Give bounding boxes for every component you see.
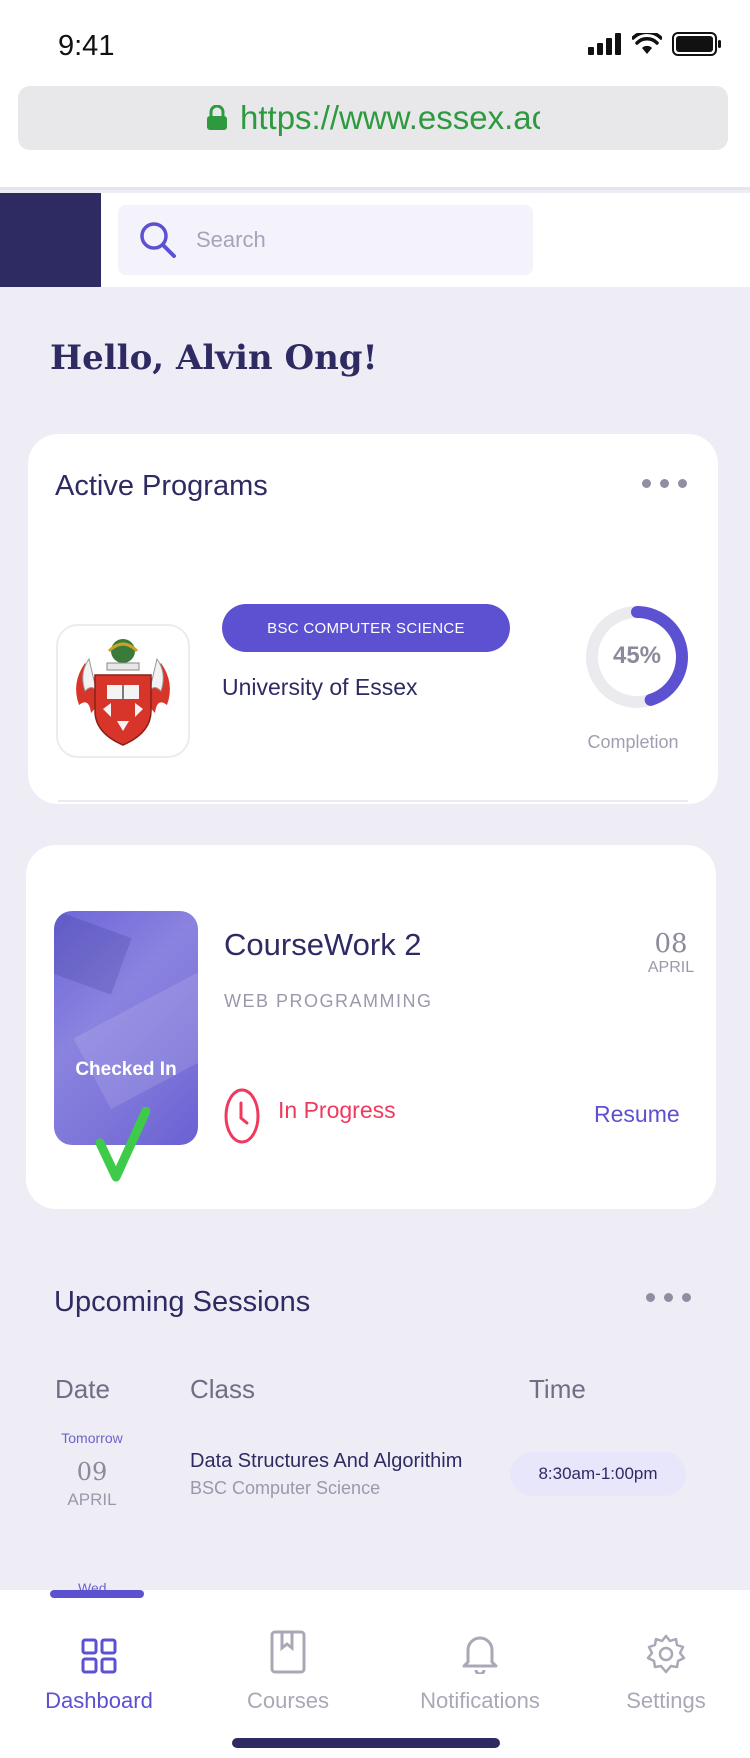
bookmark-book-icon (270, 1630, 306, 1674)
tab-dashboard[interactable]: Dashboard (14, 1618, 184, 1714)
active-programs-card: Active Programs BSC COMPUTER SCIENCE Uni… (28, 434, 718, 804)
status-time: 9:41 (58, 30, 115, 62)
wifi-icon (632, 33, 662, 54)
coursework-subject: WEB PROGRAMMING (224, 991, 433, 1011)
program-badge[interactable]: BSC COMPUTER SCIENCE (222, 604, 510, 652)
header-class: Class (190, 1374, 256, 1404)
session-time-badge: 8:30am-1:00pm (510, 1452, 686, 1496)
tab-notifications[interactable]: Notifications (395, 1618, 565, 1714)
session-class-name: Data Structures And Algorithim (190, 1450, 463, 1472)
coursework-card: Checked In CourseWork 2 WEB PROGRAMMING … (26, 845, 716, 1209)
battery-icon (672, 32, 721, 56)
session-program: BSC Computer Science (190, 1478, 381, 1498)
active-programs-title: Active Programs (55, 470, 268, 502)
status-bar: 9:41 (0, 0, 750, 84)
session-day: 09 (76, 1458, 108, 1486)
tab-courses-label: Courses (247, 1688, 329, 1713)
more-options-icon[interactable] (642, 479, 687, 488)
search-placeholder: Search (196, 227, 266, 252)
completion-percent: 45% (612, 642, 662, 669)
search-input[interactable]: Search (118, 205, 533, 275)
url-field[interactable]: https://www.essex.ac (18, 86, 728, 150)
resume-button[interactable]: Resume (594, 1101, 680, 1128)
tab-settings-label: Settings (626, 1688, 706, 1713)
search-icon (140, 222, 176, 258)
sessions-more-options-icon[interactable] (646, 1293, 691, 1302)
completion-label: Completion (587, 732, 679, 752)
bell-icon (462, 1636, 498, 1674)
grid-icon (81, 1638, 117, 1674)
tab-dashboard-label: Dashboard (45, 1688, 153, 1713)
session-month: APRIL (67, 1490, 117, 1509)
university-name: University of Essex (222, 674, 418, 700)
gear-icon (646, 1634, 686, 1674)
coursework-date-month: APRIL (647, 959, 695, 976)
signal-icon (588, 33, 621, 55)
tab-courses[interactable]: Courses (203, 1618, 373, 1714)
session-relative-day: Tomorrow (61, 1430, 123, 1446)
coursework-date-day: 08 (654, 929, 688, 959)
menu-block[interactable] (0, 193, 101, 287)
header-date: Date (55, 1374, 110, 1404)
university-logo (56, 624, 190, 758)
active-tab-indicator (50, 1590, 144, 1598)
status-text: In Progress (278, 1097, 396, 1123)
checkmark-icon (96, 1107, 150, 1182)
greeting-title: Hello, Alvin Ong! (50, 338, 378, 378)
home-indicator (232, 1738, 500, 1748)
top-nav: Search (0, 193, 750, 287)
divider (58, 800, 688, 802)
url-text: https://www.essex.ac (240, 99, 540, 136)
checked-in-label: Checked In (75, 1059, 177, 1080)
header-time: Time (529, 1374, 586, 1404)
tab-notifications-label: Notifications (420, 1688, 540, 1713)
tab-settings[interactable]: Settings (581, 1618, 750, 1714)
coursework-title: CourseWork 2 (224, 927, 422, 962)
upcoming-sessions-title: Upcoming Sessions (54, 1286, 311, 1318)
clock-icon (224, 1088, 260, 1144)
university-crest-icon (76, 639, 170, 746)
tab-bar: Dashboard Courses Notifications Settings (0, 1590, 750, 1758)
browser-bar: https://www.essex.ac (0, 84, 750, 190)
status-icons (588, 32, 722, 56)
lock-icon (207, 105, 227, 130)
